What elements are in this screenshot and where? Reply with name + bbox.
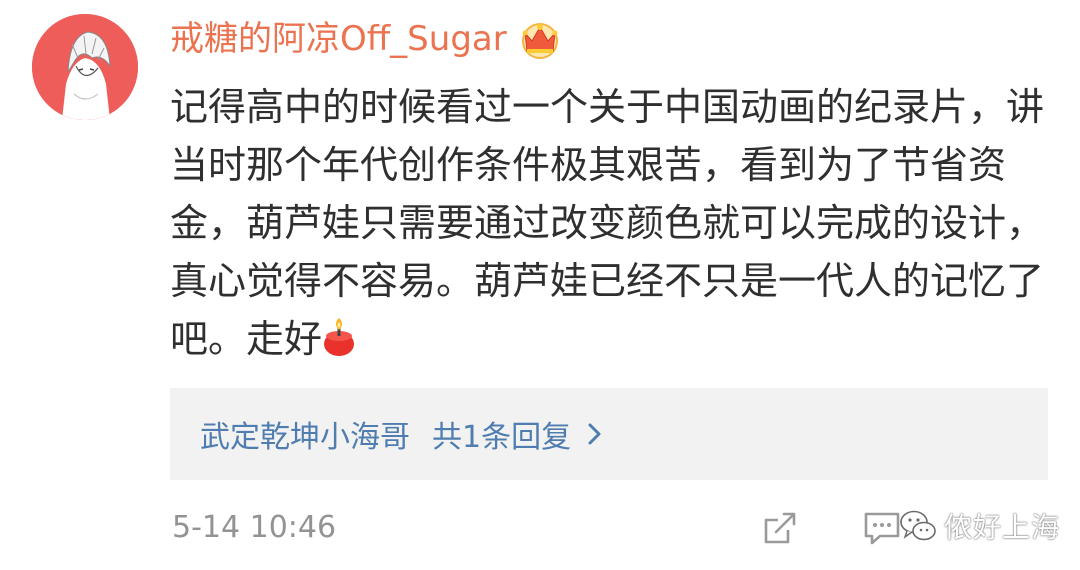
- reply-summary-box[interactable]: 武定乾坤小海哥 共1条回复: [170, 388, 1048, 480]
- comment-timestamp: 5-14 10:46: [172, 510, 337, 545]
- share-icon[interactable]: [760, 508, 800, 548]
- comment-body-text: 记得高中的时候看过一个关于中国动画的纪录片，讲当时那个年代创作条件极其艰苦，看到…: [170, 85, 1045, 361]
- wechat-logo-icon: [900, 510, 936, 541]
- watermark: 侬好上海: [898, 504, 1060, 548]
- comment-card: 戒糖的阿凉Off_Sugar 记得高中的时候看过一个关于中国动画的纪录片，讲当时…: [0, 0, 1080, 570]
- username-link[interactable]: 戒糖的阿凉Off_Sugar: [170, 14, 507, 64]
- username-row: 戒糖的阿凉Off_Sugar: [170, 14, 563, 64]
- reply-count-link[interactable]: 共1条回复: [432, 412, 571, 456]
- avatar[interactable]: [32, 14, 138, 120]
- comment-icon[interactable]: [862, 508, 902, 548]
- candle-icon: [324, 318, 355, 356]
- chevron-right-icon: [588, 423, 601, 445]
- crown-icon: [521, 23, 558, 59]
- reply-user-link[interactable]: 武定乾坤小海哥: [200, 412, 410, 456]
- avatar-illustration: [32, 14, 138, 120]
- comment-text: 记得高中的时候看过一个关于中国动画的纪录片，讲当时那个年代创作条件极其艰苦，看到…: [170, 78, 1050, 368]
- watermark-text: 侬好上海: [944, 511, 1061, 544]
